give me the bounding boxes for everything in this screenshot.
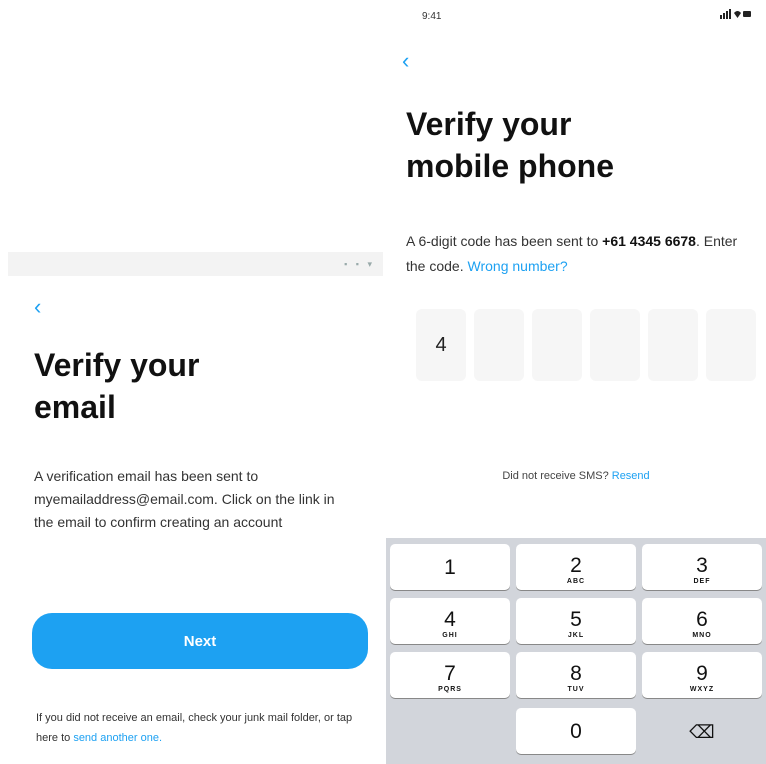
page-title: Verify your email xyxy=(34,344,364,428)
key-3[interactable]: 3 DEF xyxy=(642,544,762,590)
key-6[interactable]: 6 MNO xyxy=(642,598,762,644)
title-line-1: Verify your xyxy=(34,347,200,383)
resend-email-hint: If you did not receive an email, check y… xyxy=(36,708,366,748)
key-7[interactable]: 7 PQRS xyxy=(390,652,510,698)
status-icons xyxy=(720,9,752,22)
status-time: 9:41 xyxy=(422,11,442,22)
code-digit-2[interactable] xyxy=(474,309,524,381)
verify-email-screen: ▪ ▪ ▾ ‹ Verify your email A verification… xyxy=(0,0,385,764)
phone-number: +61 4345 6678 xyxy=(602,233,696,249)
status-bar: ▪ ▪ ▾ xyxy=(8,252,383,276)
page-title: Verify your mobile phone xyxy=(406,103,746,187)
code-sent-message: A 6-digit code has been sent to +61 4345… xyxy=(406,229,756,279)
key-1[interactable]: 1 xyxy=(390,544,510,590)
verification-message: A verification email has been sent to my… xyxy=(34,468,335,530)
title-line-2: email xyxy=(34,389,116,425)
status-icons: ▪ ▪ ▾ xyxy=(344,259,375,269)
verify-phone-screen: 9:41 ‹ Verify your mobile phone A 6-digi… xyxy=(386,0,766,764)
resend-link[interactable]: Resend xyxy=(612,470,650,482)
code-input-group: 4 xyxy=(416,309,756,381)
key-9[interactable]: 9 WXYZ xyxy=(642,652,762,698)
back-chevron-icon[interactable]: ‹ xyxy=(402,50,409,72)
title-line-2: mobile phone xyxy=(406,148,614,184)
key-8[interactable]: 8 TUV xyxy=(516,652,636,698)
status-bar: 9:41 xyxy=(386,0,766,36)
wrong-number-link[interactable]: Wrong number? xyxy=(468,258,568,274)
next-button[interactable]: Next xyxy=(32,613,368,669)
code-digit-3[interactable] xyxy=(532,309,582,381)
key-0[interactable]: 0 xyxy=(516,708,636,754)
key-2[interactable]: 2 ABC xyxy=(516,544,636,590)
code-digit-1[interactable]: 4 xyxy=(416,309,466,381)
key-4[interactable]: 4 GHI xyxy=(390,598,510,644)
backspace-icon: ⌫ xyxy=(689,722,715,742)
code-digit-5[interactable] xyxy=(648,309,698,381)
resend-text: Did not receive SMS? xyxy=(502,470,612,482)
resend-sms-row: Did not receive SMS? Resend xyxy=(386,470,766,482)
code-digit-4[interactable] xyxy=(590,309,640,381)
code-digit-6[interactable] xyxy=(706,309,756,381)
delete-key[interactable]: ⌫ xyxy=(642,708,762,754)
back-chevron-icon[interactable]: ‹ xyxy=(34,296,41,318)
message-prefix: A 6-digit code has been sent to xyxy=(406,233,603,249)
send-another-link[interactable]: send another one. xyxy=(73,732,162,744)
numeric-keypad: 1 2 ABC 3 DEF 4 GHI 5 JKL 6 MNO 7 PQRS 8 TUV 9W… xyxy=(386,538,766,764)
title-line-1: Verify your xyxy=(406,106,572,142)
signal-wifi-battery-icon xyxy=(720,9,751,19)
key-5[interactable]: 5 JKL xyxy=(516,598,636,644)
